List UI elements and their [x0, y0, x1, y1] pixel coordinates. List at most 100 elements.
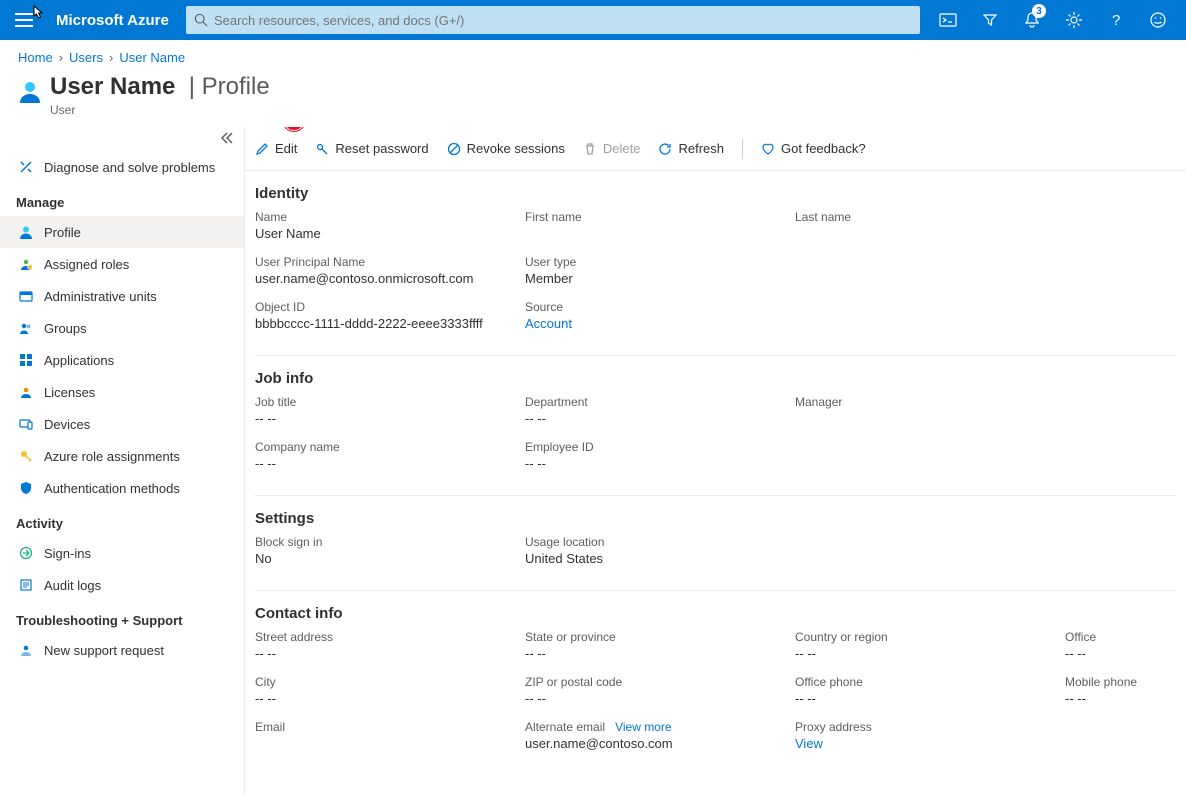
field-value: United States: [525, 551, 795, 566]
sidebar-item-label: Administrative units: [44, 289, 157, 304]
field-value: -- --: [1065, 646, 1176, 661]
signin-icon: [18, 545, 34, 561]
field-value: -- --: [795, 646, 1065, 661]
roles-icon: [18, 256, 34, 272]
devices-icon: [18, 416, 34, 432]
revoke-sessions-button[interactable]: Revoke sessions: [447, 141, 565, 156]
section-job: Job info Job title-- -- Department-- -- …: [245, 356, 1186, 495]
logs-icon: [18, 577, 34, 593]
notifications-button[interactable]: 3: [1012, 0, 1052, 40]
field-label: Manager: [795, 395, 1065, 409]
sidebar-item-auth[interactable]: Authentication methods: [0, 472, 244, 504]
sidebar-item-support[interactable]: New support request: [0, 634, 244, 666]
got-feedback-button[interactable]: Got feedback?: [761, 141, 866, 156]
breadcrumb-users[interactable]: Users: [69, 50, 103, 65]
field-label: Company name: [255, 440, 525, 454]
key-icon: [315, 142, 329, 156]
sidebar-item-apps[interactable]: Applications: [0, 344, 244, 376]
field-label: Usage location: [525, 535, 795, 549]
view-more-link[interactable]: View more: [615, 720, 671, 734]
breadcrumb-home[interactable]: Home: [18, 50, 53, 65]
view-link[interactable]: View: [795, 736, 1065, 751]
reset-password-button[interactable]: Reset password: [315, 141, 428, 156]
key-icon: [18, 448, 34, 464]
sidebar-item-profile[interactable]: Profile: [0, 216, 244, 248]
breadcrumb: Home › Users › User Name: [0, 40, 1186, 69]
sidebar-item-signins[interactable]: Sign-ins: [0, 537, 244, 569]
sidebar-item-label: Profile: [44, 225, 81, 240]
trash-icon: [583, 142, 597, 156]
source-link[interactable]: Account: [525, 316, 795, 331]
section-identity: Identity Name User Name First name Last n…: [245, 171, 1186, 355]
page-title: User Name: [50, 73, 175, 100]
field-value: -- --: [255, 456, 525, 471]
toolbar-divider: [742, 139, 743, 159]
sidebar-item-label: Licenses: [44, 385, 95, 400]
field-label: City: [255, 675, 525, 689]
help-button[interactable]: ?: [1096, 0, 1136, 40]
field-value: -- --: [525, 646, 795, 661]
feedback-button[interactable]: [1138, 0, 1178, 40]
smiley-icon: [1149, 11, 1167, 29]
field-label: Name: [255, 210, 525, 224]
delete-button: Delete: [583, 141, 641, 156]
refresh-button[interactable]: Refresh: [658, 141, 724, 156]
pencil-icon: [255, 142, 269, 156]
sidebar-item-diagnose[interactable]: Diagnose and solve problems: [0, 151, 244, 183]
hamburger-menu[interactable]: [0, 0, 48, 40]
page-subtitle: User: [50, 103, 270, 117]
callout-1: 1: [283, 127, 305, 131]
notification-badge: 3: [1032, 4, 1046, 18]
field-value: User Name: [255, 226, 525, 241]
sidebar-item-roles[interactable]: Assigned roles: [0, 248, 244, 280]
cloud-shell-icon: [939, 11, 957, 29]
sidebar-item-role-assign[interactable]: Azure role assignments: [0, 440, 244, 472]
edit-button[interactable]: Edit: [255, 141, 297, 156]
sidebar-item-groups[interactable]: Groups: [0, 312, 244, 344]
directory-filter-button[interactable]: [970, 0, 1010, 40]
sidebar-item-auditlogs[interactable]: Audit logs: [0, 569, 244, 601]
cloud-shell-button[interactable]: [928, 0, 968, 40]
sidebar-item-label: Devices: [44, 417, 90, 432]
sidebar-item-label: Azure role assignments: [44, 449, 180, 464]
search-box[interactable]: [186, 6, 920, 34]
field-label: User Principal Name: [255, 255, 525, 269]
field-label: First name: [525, 210, 795, 224]
field-label: Source: [525, 300, 795, 314]
field-label: Alternate email: [525, 720, 605, 734]
sidebar-item-admin-units[interactable]: Administrative units: [0, 280, 244, 312]
sidebar-item-licenses[interactable]: Licenses: [0, 376, 244, 408]
chevron-double-left-icon: [220, 131, 234, 145]
field-label: Employee ID: [525, 440, 795, 454]
search-input[interactable]: [208, 13, 912, 28]
field-label: Email: [255, 720, 525, 734]
field-value: -- --: [525, 456, 795, 471]
diagnose-icon: [18, 159, 34, 175]
admin-units-icon: [18, 288, 34, 304]
sidebar-item-devices[interactable]: Devices: [0, 408, 244, 440]
field-label: Last name: [795, 210, 1065, 224]
field-label: Block sign in: [255, 535, 525, 549]
collapse-sidebar-button[interactable]: [0, 131, 244, 151]
sidebar: Diagnose and solve problems Manage Profi…: [0, 127, 245, 795]
field-value: [795, 411, 1065, 426]
sidebar-group-trouble: Troubleshooting + Support: [0, 601, 244, 634]
section-settings: Settings Block sign inNo Usage locationU…: [245, 496, 1186, 590]
breadcrumb-user[interactable]: User Name: [119, 50, 185, 65]
brand-text[interactable]: Microsoft Azure: [48, 12, 178, 29]
field-label: Office: [1065, 630, 1176, 644]
section-heading: Identity: [255, 185, 1176, 202]
field-value: -- --: [255, 691, 525, 706]
field-value: -- --: [1065, 691, 1176, 706]
settings-button[interactable]: [1054, 0, 1094, 40]
field-label: ZIP or postal code: [525, 675, 795, 689]
field-label: Object ID: [255, 300, 525, 314]
heart-icon: [761, 142, 775, 156]
field-value: [525, 226, 795, 241]
field-value: -- --: [255, 411, 525, 426]
top-bar: Microsoft Azure 3 ?: [0, 0, 1186, 40]
shield-icon: [18, 480, 34, 496]
sidebar-item-label: Assigned roles: [44, 257, 129, 272]
field-label: State or province: [525, 630, 795, 644]
field-value: -- --: [525, 411, 795, 426]
